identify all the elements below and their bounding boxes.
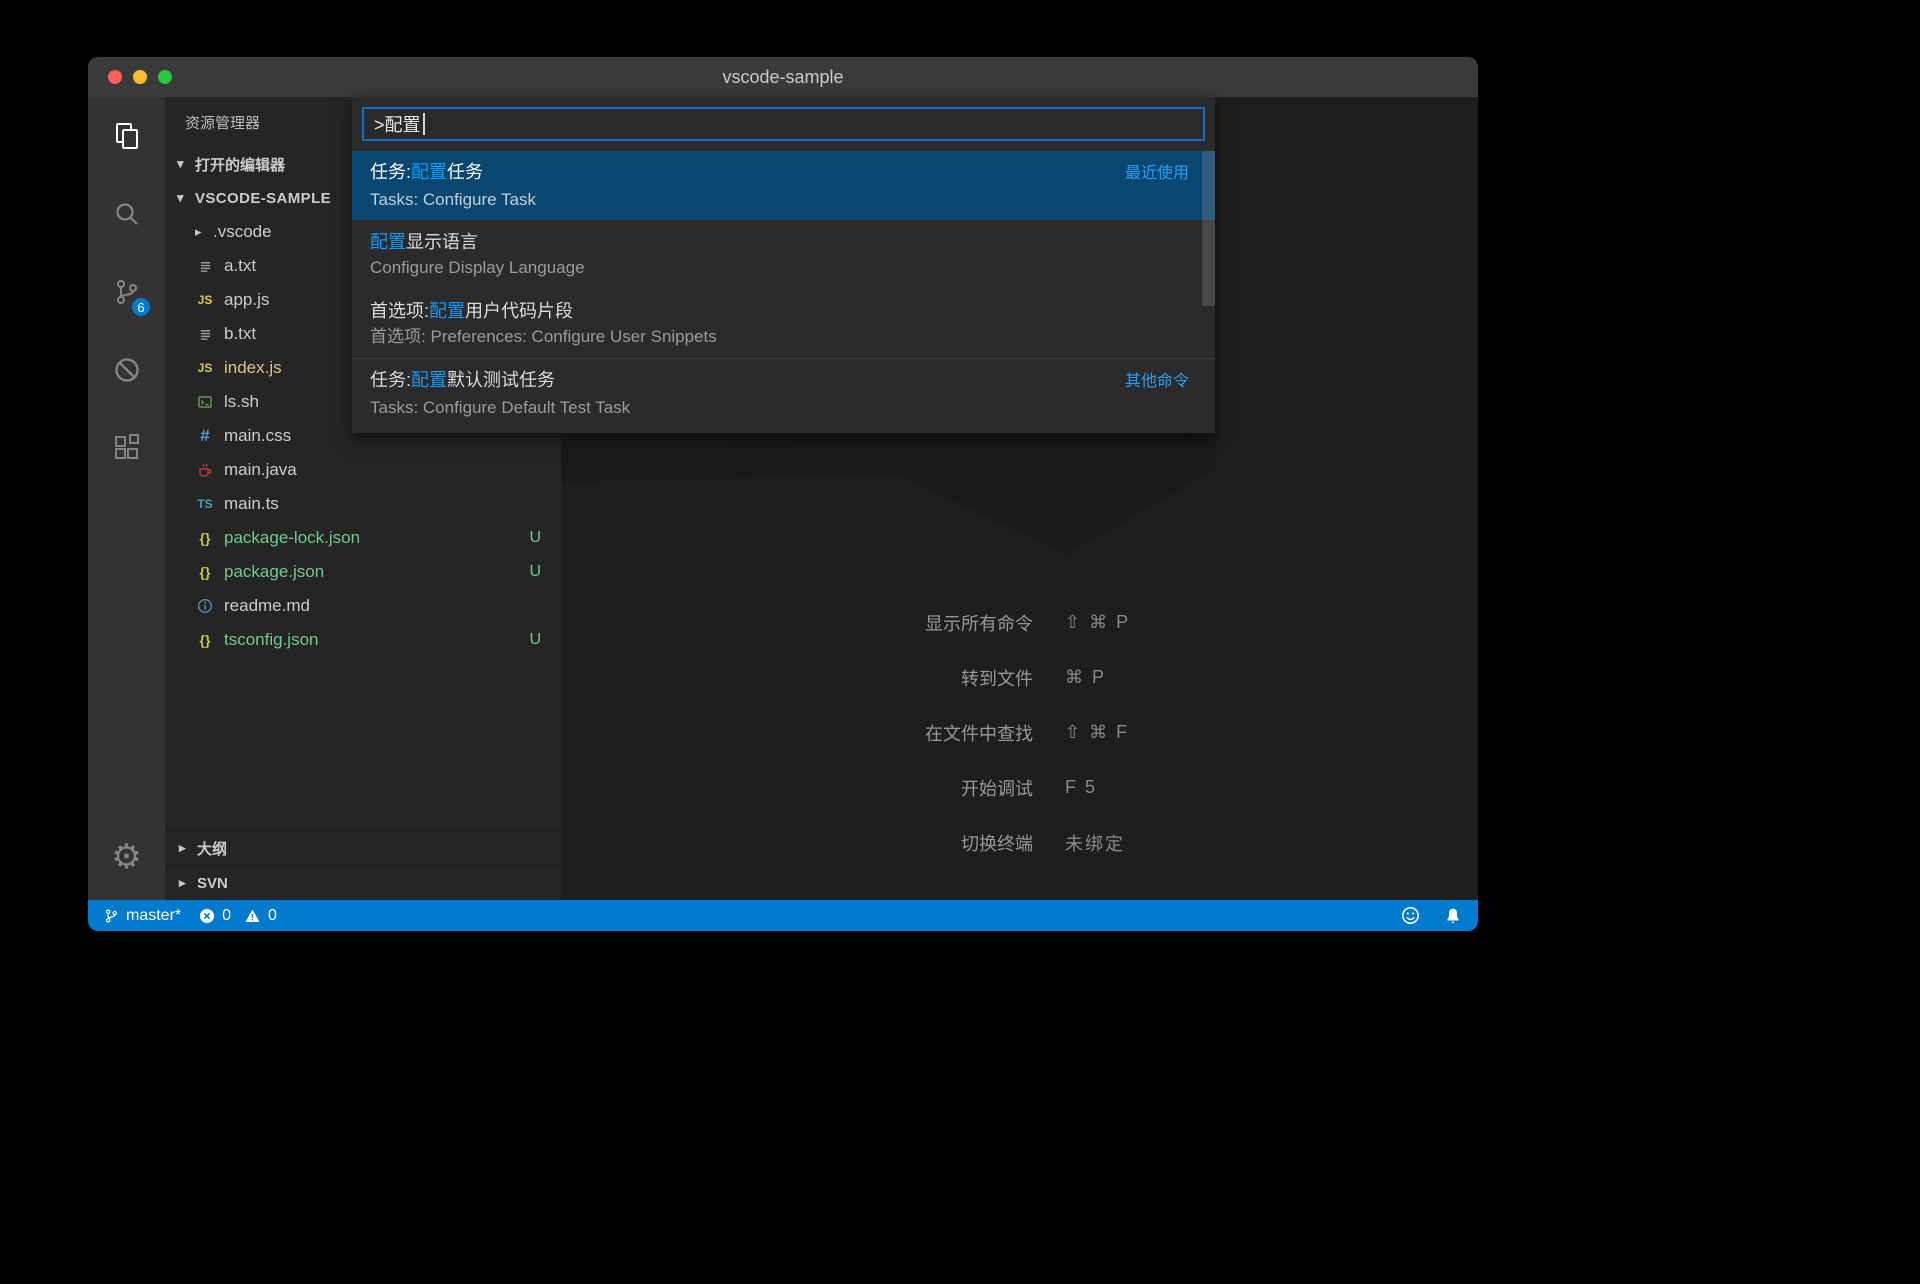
close-window-button[interactable]: [108, 70, 122, 84]
json-file-icon: {}: [195, 632, 215, 648]
gear-icon: ⚙: [111, 840, 141, 874]
notifications-bell-button[interactable]: [1444, 907, 1462, 925]
chevron-right-icon: ▸: [179, 840, 197, 856]
shell-file-icon: [195, 394, 215, 410]
branch-name: master*: [126, 907, 181, 925]
match-highlight: 配置: [429, 298, 465, 324]
watermark-row: 开始调试 F 5: [561, 760, 1478, 815]
text-cursor: [423, 113, 425, 135]
css-file-icon: #: [195, 426, 215, 446]
java-file-icon: [195, 462, 215, 478]
error-count: 0: [222, 907, 231, 925]
javascript-file-icon: JS: [195, 361, 215, 375]
source-control-activity-button[interactable]: 6: [88, 253, 165, 331]
watermark-row: 显示所有命令 ⇧ ⌘ P: [561, 595, 1478, 650]
vscode-window: vscode-sample: [88, 57, 1478, 931]
file-row-main-java[interactable]: main.java: [165, 453, 561, 487]
info-file-icon: [195, 598, 215, 614]
title-bar[interactable]: vscode-sample: [88, 57, 1478, 97]
file-row-main-ts[interactable]: TS main.ts: [165, 487, 561, 521]
warning-count: 0: [268, 907, 277, 925]
file-row-tsconfig-json[interactable]: {} tsconfig.json U: [165, 623, 561, 657]
debug-disabled-icon: [112, 355, 142, 385]
file-row-package-json[interactable]: {} package.json U: [165, 555, 561, 589]
palette-scrollbar[interactable]: [1202, 151, 1215, 306]
extensions-activity-button[interactable]: [88, 409, 165, 487]
status-bar: master* 0 0: [88, 900, 1478, 931]
window-controls: [108, 57, 172, 97]
command-item-configure-display-language[interactable]: 配置显示语言 Configure Display Language: [352, 220, 1215, 289]
error-icon: [199, 908, 215, 924]
chevron-right-icon: ▸: [195, 224, 213, 240]
extensions-icon: [112, 433, 142, 463]
git-branch-icon: [104, 908, 119, 924]
javascript-file-icon: JS: [195, 293, 215, 307]
git-branch-status[interactable]: master*: [104, 907, 181, 925]
watermark-row: 转到文件 ⌘ P: [561, 650, 1478, 705]
sidebar-bottom-panels: ▸ 大纲 ▸ SVN: [165, 830, 561, 900]
watermark-row: 在文件中查找 ⇧ ⌘ F: [561, 705, 1478, 760]
activity-bar: 6 ⚙: [88, 97, 165, 900]
svn-panel-header[interactable]: ▸ SVN: [165, 865, 561, 900]
files-icon: [112, 121, 142, 151]
search-icon: [112, 199, 142, 229]
command-query-text: >配置: [374, 111, 421, 137]
match-highlight: 配置: [411, 159, 447, 185]
git-untracked-badge: U: [529, 631, 541, 649]
vscode-logo-watermark: [561, 427, 1251, 607]
file-row-package-lock-json[interactable]: {} package-lock.json U: [165, 521, 561, 555]
debug-activity-button[interactable]: [88, 331, 165, 409]
explorer-activity-button[interactable]: [88, 97, 165, 175]
match-highlight: 配置: [411, 367, 447, 393]
search-activity-button[interactable]: [88, 175, 165, 253]
text-file-icon: [195, 259, 215, 274]
scm-changes-badge: 6: [129, 295, 153, 319]
typescript-file-icon: TS: [195, 497, 215, 511]
command-item-configure-default-test-task[interactable]: 任务: 配置默认测试任务 其他命令 Tasks: Configure Defau…: [352, 358, 1215, 427]
chevron-right-icon: ▸: [179, 875, 197, 891]
command-palette: >配置 任务: 配置任务 最近使用 Tasks: Configure Task …: [352, 97, 1215, 433]
git-untracked-badge: U: [529, 529, 541, 547]
command-item-configure-user-snippets[interactable]: 首选项: 配置用户代码片段 首选项: Preferences: Configur…: [352, 289, 1215, 358]
file-row-readme-md[interactable]: readme.md: [165, 589, 561, 623]
command-results-list: 任务: 配置任务 最近使用 Tasks: Configure Task 配置显示…: [352, 151, 1215, 433]
group-label-recently-used: 最近使用: [1125, 161, 1189, 187]
match-highlight: 配置: [370, 229, 406, 255]
outline-panel-header[interactable]: ▸ 大纲: [165, 830, 561, 865]
json-file-icon: {}: [195, 530, 215, 546]
warning-icon: [244, 908, 261, 924]
keyboard-shortcuts-watermark: 显示所有命令 ⇧ ⌘ P 转到文件 ⌘ P 在文件中查找 ⇧ ⌘ F 开始调试 …: [561, 595, 1478, 870]
problems-status[interactable]: 0 0: [199, 907, 277, 925]
watermark-row: 切换终端 未绑定: [561, 815, 1478, 870]
settings-button[interactable]: ⚙: [88, 818, 165, 896]
window-title: vscode-sample: [722, 67, 843, 88]
command-input[interactable]: >配置: [362, 107, 1205, 141]
json-file-icon: {}: [195, 564, 215, 580]
git-untracked-badge: U: [529, 563, 541, 581]
command-item-configure-task[interactable]: 任务: 配置任务 最近使用 Tasks: Configure Task: [352, 151, 1215, 220]
maximize-window-button[interactable]: [158, 70, 172, 84]
chevron-down-icon: ▾: [177, 156, 195, 172]
minimize-window-button[interactable]: [133, 70, 147, 84]
feedback-smiley-button[interactable]: [1401, 906, 1420, 925]
text-file-icon: [195, 327, 215, 342]
chevron-down-icon: ▾: [177, 190, 195, 206]
group-label-other-commands: 其他命令: [1125, 369, 1189, 395]
